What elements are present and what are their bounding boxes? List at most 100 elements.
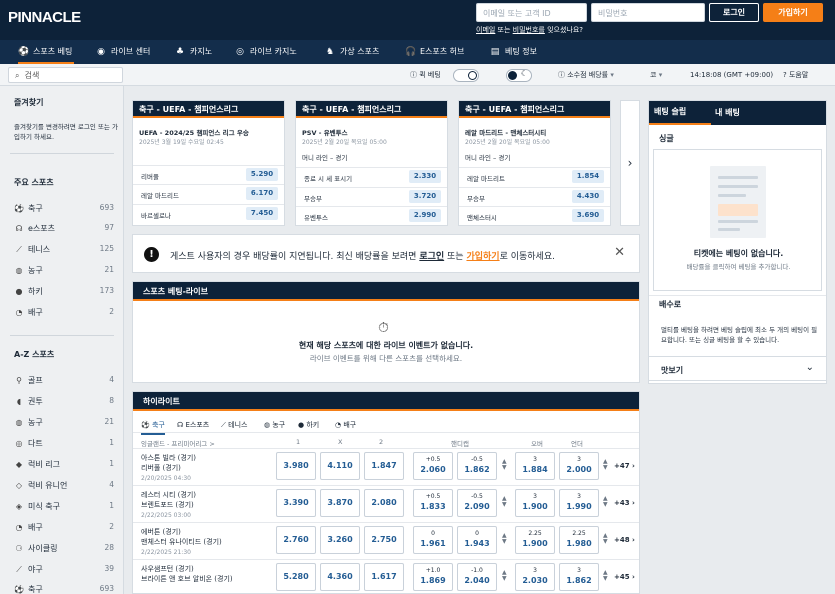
away-team[interactable]: 브렌트포드 (경기) [141,500,194,510]
forgot-email-link[interactable]: 이메일 [476,26,495,34]
odds-button[interactable]: 7.450 [246,207,278,220]
over-button[interactable]: 3 1.900 [515,489,555,517]
quick-bet-toggle[interactable] [453,69,479,82]
under-button[interactable]: 3 2.000 [559,452,599,480]
sidebar-item-volleyball[interactable]: ◔ 배구 2 [14,307,115,319]
handicap-home-button[interactable]: 0 1.961 [413,526,453,554]
forgot-password-link[interactable]: 비밀번호를 [513,26,545,34]
more-markets-link[interactable]: +43 › [614,499,635,507]
odds-draw-button[interactable]: 3.870 [320,489,360,517]
sidebar-item-golf[interactable]: ⚲ 골프 4 [14,375,114,387]
odds-button[interactable]: 4.430 [572,190,604,203]
odds-away-button[interactable]: 2.750 [364,526,404,554]
card-selection[interactable]: 무승부 3.720 [296,187,447,204]
sidebar-item-basketball[interactable]: ◍ 농구 21 [14,265,115,277]
card-title[interactable]: 레알 마드리드 - 맨체스터시티 [465,127,546,137]
under-button[interactable]: 2.25 1.980 [559,526,599,554]
card-header[interactable]: 축구 - UEFA - 챔피언스리그 [133,101,284,118]
handicap-away-button[interactable]: -0.5 2.090 [457,489,497,517]
odds-button[interactable]: 2.330 [409,170,441,183]
odds-away-button[interactable]: 2.080 [364,489,404,517]
under-button[interactable]: 3 1.990 [559,489,599,517]
card-title[interactable]: UEFA - 2024/25 챔피언스 리그 우승 [139,127,249,137]
sidebar-item-esports[interactable]: ☊ e스포츠 97 [14,223,114,235]
join-button[interactable]: 가입하기 [763,3,823,22]
nav-live-casino[interactable]: ◎ 라이브 카지노 [235,40,297,64]
odds-away-button[interactable]: 1.617 [364,563,404,591]
odds-draw-button[interactable]: 4.360 [320,563,360,591]
sidebar-item-soccer-az[interactable]: ⚽ 축구 693 [14,584,114,594]
line-stepper-icon[interactable]: ▲ ▼ [603,496,608,508]
search-input[interactable]: ⌕ 검색 [8,67,123,83]
card-selection[interactable]: 리버풀 5.290 [133,165,284,182]
nav-esports-hub[interactable]: 🎧 E스포츠 허브 [405,40,464,64]
under-button[interactable]: 3 1.862 [559,563,599,591]
tab-hockey[interactable]: ● 하키 [298,420,319,430]
nav-live-center[interactable]: ◉ 라이브 센터 [96,40,150,64]
help-link[interactable]: ? 도움말 [783,64,808,86]
handicap-away-button[interactable]: 0 1.943 [457,526,497,554]
odds-home-button[interactable]: 2.760 [276,526,316,554]
nav-sports-betting[interactable]: ⚽ 스포츠 베팅 [18,40,75,64]
preview-accordion[interactable]: 맛보기 ⌄ [648,356,827,381]
password-field[interactable]: 비밀번호 [591,3,705,22]
carousel-next-button[interactable]: › [620,100,640,226]
nav-betting-info[interactable]: ▤ 베팅 정보 [490,40,537,64]
email-field[interactable]: 이메일 또는 고객 ID [476,3,587,22]
close-icon[interactable]: ✕ [614,245,625,260]
card-selection[interactable]: 바르셀로나 7.450 [133,204,284,221]
away-team[interactable]: 맨체스터 유나이티드 (경기) [141,537,222,547]
login-button[interactable]: 로그인 [709,3,759,22]
over-button[interactable]: 3 2.030 [515,563,555,591]
card-selection[interactable]: 종료 시 세 표시기 2.330 [296,167,447,184]
line-stepper-icon[interactable]: ▲ ▼ [603,570,608,582]
line-stepper-icon[interactable]: ▲ ▼ [502,570,507,582]
over-button[interactable]: 2.25 1.900 [515,526,555,554]
odds-draw-button[interactable]: 3.260 [320,526,360,554]
handicap-home-button[interactable]: +0.5 1.833 [413,489,453,517]
card-selection[interactable]: 무승부 4.430 [459,187,610,204]
dark-mode-toggle[interactable]: ☾ [506,69,532,82]
banner-login-link[interactable]: 로그인 [419,252,444,262]
odds-button[interactable]: 6.170 [246,187,278,200]
nav-casino[interactable]: ♣ 카지노 [175,40,212,64]
sidebar-item-american-football[interactable]: ◈ 미식 축구 1 [14,501,114,513]
sidebar-item-boxing[interactable]: ◖ 권투 8 [14,396,114,408]
handicap-home-button[interactable]: +1.0 1.869 [413,563,453,591]
line-stepper-icon[interactable]: ▲ ▼ [502,496,507,508]
card-title[interactable]: PSV - 유벤투스 [302,127,348,137]
card-selection[interactable]: 레알 마드리트 1.854 [459,167,610,184]
home-team[interactable]: 사우샘프턴 (경기) [141,564,194,574]
sidebar-item-tennis[interactable]: ⟋ 테니스 125 [14,244,114,256]
tab-basketball[interactable]: ◍ 농구 [264,420,285,430]
odds-home-button[interactable]: 5.280 [276,563,316,591]
away-team[interactable]: 리버풀 (경기) [141,463,181,473]
line-stepper-icon[interactable]: ▲ ▼ [502,459,507,471]
tab-esports[interactable]: ☊ E스포츠 [177,420,209,430]
handicap-away-button[interactable]: -1.0 2.040 [457,563,497,591]
more-markets-link[interactable]: +45 › [614,573,635,581]
odds-home-button[interactable]: 3.390 [276,489,316,517]
tab-my-bets[interactable]: 내 배팅 [715,101,740,125]
more-markets-link[interactable]: +48 › [614,536,635,544]
odds-home-button[interactable]: 3.980 [276,452,316,480]
pinnacle-logo[interactable]: PINNACLE [8,9,81,26]
league-link[interactable]: 잉글랜드 - 프리미어리그 > [141,438,215,448]
odds-button[interactable]: 2.990 [409,209,441,222]
sidebar-item-baseball[interactable]: ⟋ 야구 39 [14,564,114,576]
line-stepper-icon[interactable]: ▲ ▼ [603,533,608,545]
odds-button[interactable]: 5.290 [246,168,278,181]
sidebar-item-basketball-az[interactable]: ◍ 농구 21 [14,417,115,429]
tab-volleyball[interactable]: ◔ 배구 [335,420,356,430]
odds-draw-button[interactable]: 4.110 [320,452,360,480]
card-header[interactable]: 축구 - UEFA - 챔피언스리그 [296,101,447,118]
odds-format-select[interactable]: ⓘ 소수점 배당률 ▾ [558,64,614,86]
odds-button[interactable]: 3.690 [572,209,604,222]
odds-away-button[interactable]: 1.847 [364,452,404,480]
away-team[interactable]: 브라이튼 앤 호브 알비온 (경기) [141,574,233,584]
sidebar-item-hockey[interactable]: ● 하키 173 [14,286,115,298]
sidebar-item-darts[interactable]: ◎ 다트 1 [14,438,115,450]
sidebar-item-rugby-league[interactable]: ◆ 럭비 리그 1 [14,459,114,471]
card-selection[interactable]: 레알 마드리드 6.170 [133,184,284,201]
handicap-away-button[interactable]: -0.5 1.862 [457,452,497,480]
